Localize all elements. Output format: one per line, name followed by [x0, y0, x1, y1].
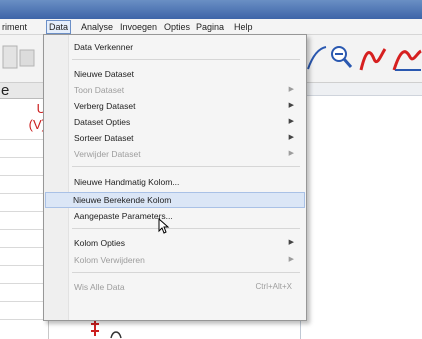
table-row-line: [0, 229, 48, 230]
submenu-arrow-icon: ▶: [288, 102, 294, 109]
menu-item-kolom-opties[interactable]: Kolom Opties ▶: [46, 236, 304, 250]
curve-fit-icon[interactable]: [358, 43, 388, 73]
table-row-line: [0, 211, 48, 212]
menu-invoegen[interactable]: Invoegen: [118, 21, 159, 33]
curve-tool-icon[interactable]: [306, 45, 328, 71]
zoom-out-icon[interactable]: [329, 44, 353, 70]
menu-item-aangepaste-parameters[interactable]: Aangepaste Parameters...: [46, 209, 304, 223]
menu-item-wis-alle-data[interactable]: Wis Alle Data Ctrl+Alt+X: [46, 280, 304, 294]
menu-separator: [72, 272, 300, 273]
submenu-arrow-icon: ▶: [288, 239, 294, 246]
table-row-line: [0, 175, 48, 176]
submenu-arrow-icon: ▶: [288, 86, 294, 93]
graph-panel[interactable]: [300, 83, 422, 339]
toolbar-tool-icon[interactable]: [2, 44, 36, 74]
menu-help[interactable]: Help: [232, 21, 255, 33]
menu-item-verwijder-dataset[interactable]: Verwijder Dataset ▶: [46, 147, 304, 161]
table-row-line: [0, 265, 48, 266]
mouse-cursor-icon: [158, 218, 170, 234]
menu-item-verberg-dataset[interactable]: Verberg Dataset ▶: [46, 99, 304, 113]
menu-item-label: Dataset Opties: [74, 117, 131, 127]
submenu-arrow-icon: ▶: [288, 150, 294, 157]
submenu-arrow-icon: ▶: [288, 134, 294, 141]
menu-item-label: Data Verkenner: [74, 42, 134, 52]
column-header[interactable]: e: [0, 83, 49, 99]
graph-panel-header: [300, 83, 422, 96]
table-row-line: [0, 157, 48, 158]
menu-item-nieuwe-handmatig-kolom[interactable]: Nieuwe Handmatig Kolom...: [46, 175, 304, 189]
menu-item-label: Wis Alle Data: [74, 282, 125, 292]
menu-bar: riment Data Analyse Invoegen Opties Pagi…: [0, 19, 422, 35]
menu-opties[interactable]: Opties: [162, 21, 192, 33]
menu-separator: [72, 166, 300, 167]
menu-item-label: Nieuwe Berekende Kolom: [73, 195, 172, 205]
menu-pagina[interactable]: Pagina: [194, 21, 226, 33]
menu-item-nieuwe-berekende-kolom[interactable]: Nieuwe Berekende Kolom: [45, 192, 305, 208]
menu-item-label: Nieuwe Dataset: [74, 69, 135, 79]
table-row-line: [0, 139, 48, 140]
menu-item-data-verkenner[interactable]: Data Verkenner: [46, 40, 304, 54]
menu-item-sorteer-dataset[interactable]: Sorteer Dataset ▶: [46, 131, 304, 145]
menu-item-label: Toon Dataset: [74, 85, 125, 95]
menu-item-nieuwe-dataset[interactable]: Nieuwe Dataset: [46, 67, 304, 81]
menu-item-label: Sorteer Dataset: [74, 133, 134, 143]
menu-separator: [72, 59, 300, 60]
data-menu-dropdown: Data Verkenner Nieuwe Dataset Toon Datas…: [43, 34, 307, 321]
menu-item-label: Verwijder Dataset: [74, 149, 141, 159]
menu-analyse[interactable]: Analyse: [79, 21, 115, 33]
menu-item-label: Kolom Verwijderen: [74, 255, 145, 265]
submenu-arrow-icon: ▶: [288, 256, 294, 263]
menu-separator: [72, 228, 300, 229]
menu-data[interactable]: Data: [46, 20, 72, 34]
menu-item-kolom-verwijderen[interactable]: Kolom Verwijderen ▶: [46, 253, 304, 267]
table-row-line: [0, 247, 48, 248]
column-name-label: U: [36, 101, 46, 116]
menu-item-toon-dataset[interactable]: Toon Dataset ▶: [46, 83, 304, 97]
table-row-line: [0, 283, 48, 284]
graph-fragment: [87, 318, 157, 339]
table-row-line: [0, 301, 48, 302]
submenu-arrow-icon: ▶: [288, 118, 294, 125]
menu-item-shortcut: Ctrl+Alt+X: [255, 282, 292, 291]
menu-item-label: Nieuwe Handmatig Kolom...: [74, 177, 180, 187]
graph-icon[interactable]: [392, 43, 422, 73]
data-table: e U (V): [0, 83, 49, 339]
table-row-line: [0, 193, 48, 194]
table-row-line: [0, 319, 48, 320]
menu-experiment[interactable]: riment: [0, 21, 29, 33]
menu-item-label: Kolom Opties: [74, 238, 126, 248]
column-unit-label: (V): [28, 117, 46, 132]
menu-item-dataset-opties[interactable]: Dataset Opties ▶: [46, 115, 304, 129]
menu-item-label: Verberg Dataset: [74, 101, 136, 111]
window-title-bar: [0, 0, 422, 19]
